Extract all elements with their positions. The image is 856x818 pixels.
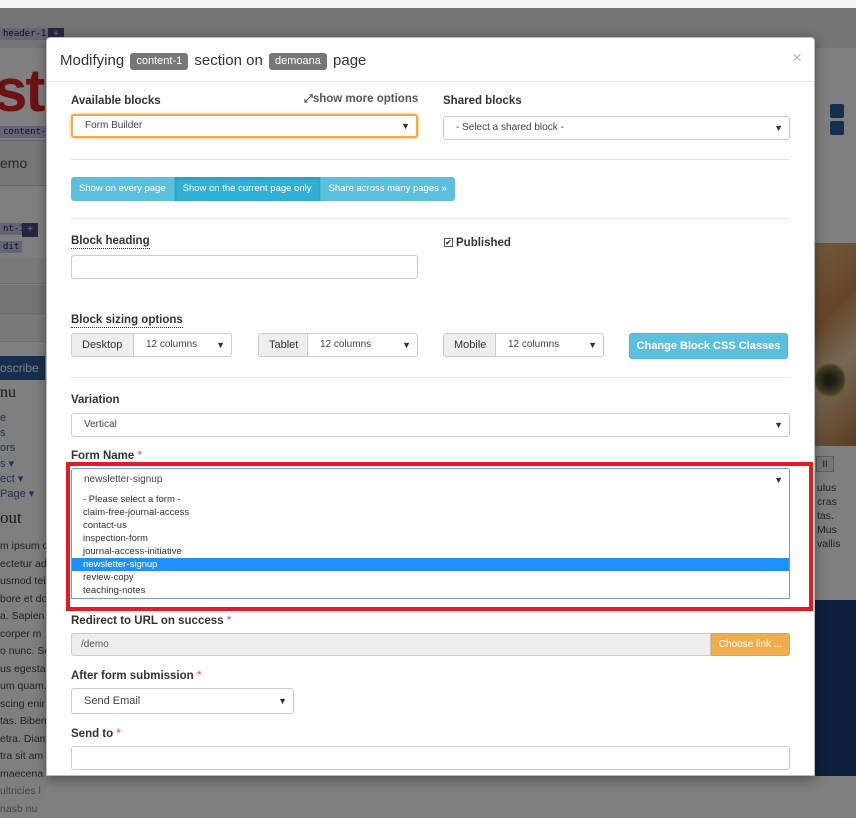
select-value: 12 columns bbox=[320, 339, 372, 350]
section-pill: content-1 bbox=[130, 53, 189, 70]
redirect-url-label: Redirect to URL on success * bbox=[71, 615, 231, 627]
select-value: 12 columns bbox=[146, 339, 198, 350]
caret-down-icon: ▼ bbox=[401, 121, 410, 131]
block-sizing-label: Block sizing options bbox=[71, 314, 183, 328]
form-name-label: Form Name * bbox=[71, 450, 142, 462]
available-blocks-select[interactable]: Form Builder ▼ bbox=[71, 114, 418, 138]
caret-down-icon: ▼ bbox=[774, 420, 783, 430]
show-current-page-button[interactable]: Show on the current page only bbox=[174, 177, 321, 201]
select-value: Send Email bbox=[84, 695, 141, 707]
send-to-label: Send to * bbox=[71, 728, 121, 740]
show-more-options-link[interactable]: ⤢show more options bbox=[304, 93, 418, 106]
caret-down-icon: ▼ bbox=[278, 696, 287, 706]
published-checkbox[interactable]: ✔ bbox=[444, 238, 453, 247]
modal-title: Modifying content-1 section on demoana p… bbox=[60, 52, 366, 70]
choose-link-button[interactable]: Choose link ... bbox=[711, 633, 790, 656]
select-value: - Select a shared block - bbox=[456, 122, 564, 133]
title-text: Modifying bbox=[60, 52, 125, 69]
block-heading-label: Block heading bbox=[71, 235, 150, 249]
caret-down-icon: ▼ bbox=[588, 340, 597, 350]
send-to-input[interactable] bbox=[71, 746, 790, 770]
share-many-pages-button[interactable]: Share across many pages » bbox=[320, 177, 455, 201]
show-every-page-button[interactable]: Show on every page bbox=[71, 177, 175, 201]
label-text: After form submission bbox=[71, 670, 194, 682]
mobile-columns-select[interactable]: 12 columns ▼ bbox=[495, 333, 604, 357]
caret-down-icon: ▼ bbox=[402, 340, 411, 350]
modal-header: Modifying content-1 section on demoana p… bbox=[47, 38, 814, 82]
after-submission-label: After form submission * bbox=[71, 670, 201, 682]
change-css-classes-button[interactable]: Change Block CSS Classes bbox=[629, 333, 788, 359]
expand-icon: ⤢ bbox=[304, 93, 313, 105]
label-text: Send to bbox=[71, 728, 114, 740]
title-text: page bbox=[333, 52, 367, 69]
published-label: Published bbox=[456, 237, 511, 249]
select-value: Form Builder bbox=[85, 120, 143, 131]
variation-label: Variation bbox=[71, 394, 120, 406]
show-more-label: show more options bbox=[312, 93, 419, 105]
highlight-annotation-box bbox=[66, 462, 813, 611]
caret-down-icon: ▼ bbox=[774, 123, 783, 133]
divider bbox=[71, 218, 790, 219]
divider bbox=[71, 159, 790, 160]
select-value: Vertical bbox=[84, 419, 117, 430]
available-blocks-label: Available blocks bbox=[71, 95, 161, 107]
browser-top-strip bbox=[0, 0, 856, 8]
close-icon[interactable]: × bbox=[792, 48, 802, 68]
label-text: Form Name bbox=[71, 450, 135, 462]
desktop-addon: Desktop bbox=[71, 333, 134, 357]
label-text: Redirect to URL on success bbox=[71, 615, 224, 627]
block-heading-input[interactable] bbox=[71, 255, 418, 279]
modify-section-modal: Modifying content-1 section on demoana p… bbox=[46, 37, 815, 776]
desktop-columns-select[interactable]: 12 columns ▼ bbox=[133, 333, 232, 357]
required-mark: * bbox=[196, 670, 202, 682]
visibility-button-group: Show on every page Show on the current p… bbox=[71, 177, 455, 201]
required-mark: * bbox=[116, 728, 121, 740]
required-mark: * bbox=[137, 450, 142, 462]
shared-blocks-select[interactable]: - Select a shared block - ▼ bbox=[443, 116, 790, 140]
caret-down-icon: ▼ bbox=[216, 340, 225, 350]
redirect-url-input[interactable]: /demo bbox=[71, 633, 711, 656]
required-mark: * bbox=[226, 615, 232, 627]
divider bbox=[71, 377, 790, 378]
mobile-addon: Mobile bbox=[443, 333, 496, 357]
page-pill: demoana bbox=[268, 53, 327, 70]
tablet-columns-select[interactable]: 12 columns ▼ bbox=[307, 333, 418, 357]
after-submission-select[interactable]: Send Email ▼ bbox=[71, 688, 294, 714]
tablet-addon: Tablet bbox=[258, 333, 309, 357]
title-text: section on bbox=[194, 52, 263, 69]
shared-blocks-label: Shared blocks bbox=[443, 95, 522, 107]
select-value: 12 columns bbox=[508, 339, 560, 350]
variation-select[interactable]: Vertical ▼ bbox=[71, 413, 790, 437]
